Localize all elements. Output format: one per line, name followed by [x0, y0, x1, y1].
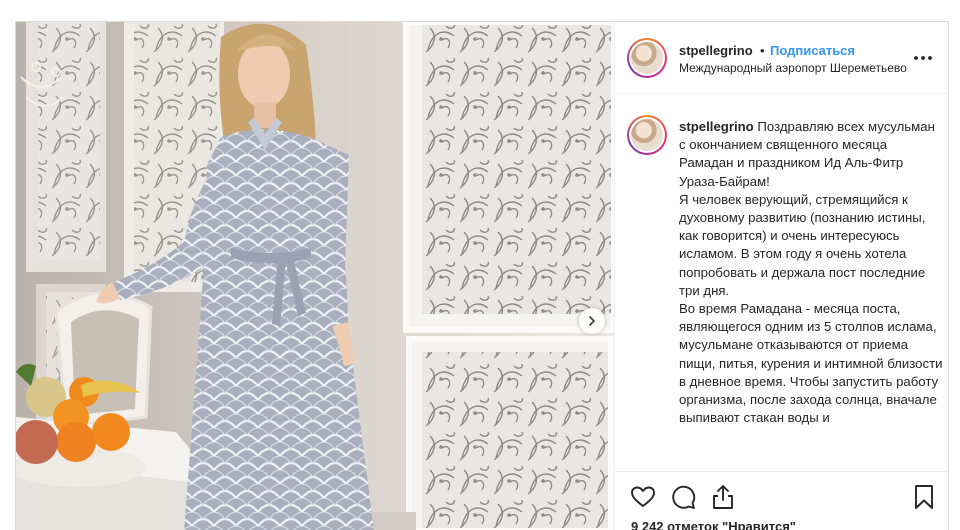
- follow-button[interactable]: Подписаться: [770, 43, 855, 58]
- location-link[interactable]: Международный аэропорт Шереметьево: [679, 61, 907, 75]
- post-side-panel: stpellegrino • Подписаться Международный…: [614, 22, 950, 530]
- bookmark-icon[interactable]: [910, 483, 938, 511]
- avatar[interactable]: [627, 115, 667, 155]
- comments-scroll-area[interactable]: stpellegrino Поздравляю всех мусульман с…: [615, 95, 950, 471]
- more-horizontal-icon[interactable]: [912, 47, 934, 69]
- post-card: stpellegrino • Подписаться Международный…: [15, 21, 950, 530]
- post-header: stpellegrino • Подписаться Международный…: [615, 22, 950, 94]
- carousel-next-button[interactable]: [579, 308, 605, 334]
- caption: stpellegrino Поздравляю всех мусульман с…: [679, 118, 944, 427]
- heart-icon[interactable]: [629, 483, 657, 511]
- share-icon[interactable]: [709, 483, 737, 511]
- post-photo[interactable]: [16, 22, 614, 530]
- action-bar: 9 242 отметок "Нравится": [615, 471, 950, 530]
- caption-username[interactable]: stpellegrino: [679, 119, 754, 134]
- username-link[interactable]: stpellegrino: [679, 43, 753, 58]
- avatar[interactable]: [627, 38, 667, 78]
- chevron-right-icon: [589, 316, 595, 326]
- caption-text: Поздравляю всех мусульман с окончанием с…: [679, 119, 943, 426]
- comment-icon[interactable]: [669, 483, 697, 511]
- separator-dot: •: [760, 43, 765, 58]
- post-photo-image: [16, 22, 614, 530]
- likes-count[interactable]: 9 242 отметок "Нравится": [631, 519, 796, 530]
